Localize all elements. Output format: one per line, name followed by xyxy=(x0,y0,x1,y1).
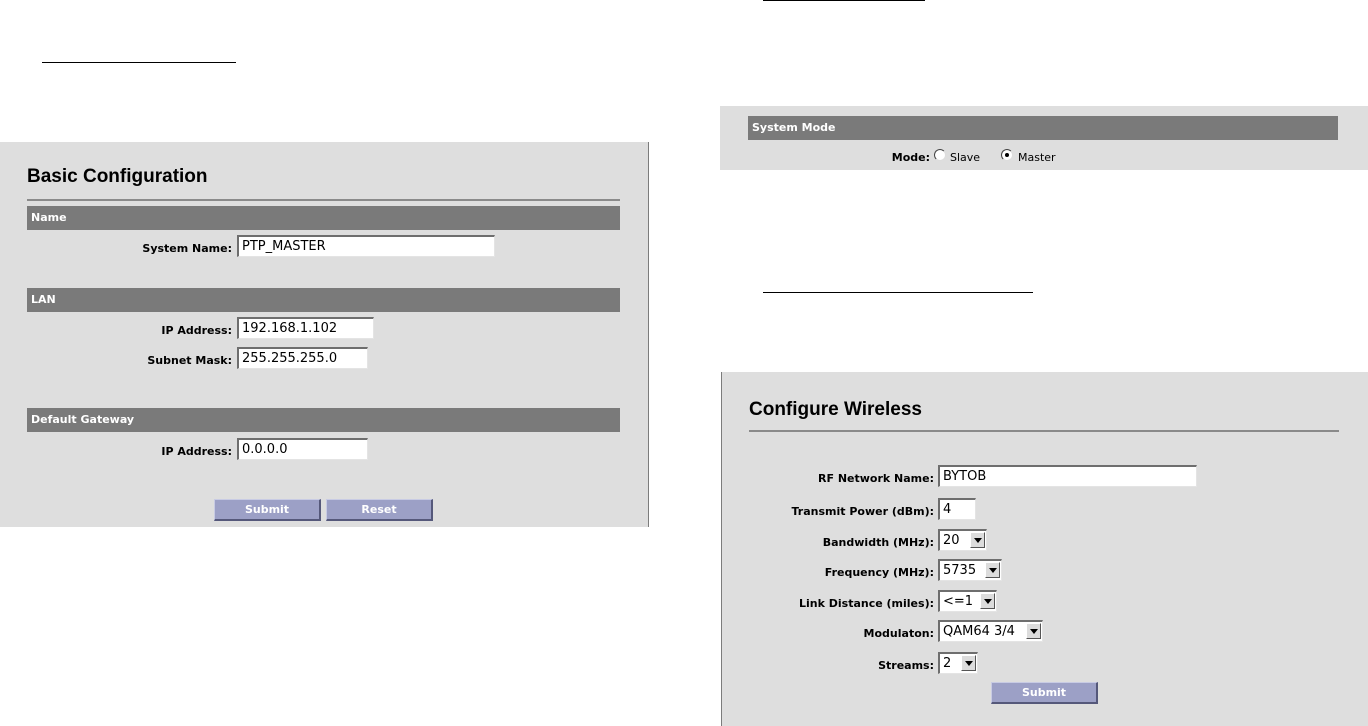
underline-rule xyxy=(763,0,925,1)
gateway-ip-address-label: IP Address: xyxy=(161,445,232,458)
subnet-mask-label: Subnet Mask: xyxy=(147,354,232,367)
title-divider xyxy=(27,199,620,201)
wireless-submit-button[interactable]: Submit xyxy=(991,682,1098,704)
default-gateway-section-header: Default Gateway xyxy=(27,408,620,432)
bandwidth-value: 20 xyxy=(943,533,960,548)
streams-value: 2 xyxy=(943,656,952,671)
rf-network-name-field[interactable]: BYTOB xyxy=(938,465,1197,487)
configure-wireless-title: Configure Wireless xyxy=(749,399,922,420)
gateway-ip-address-field[interactable]: 0.0.0.0 xyxy=(237,438,368,460)
rf-network-name-label: RF Network Name: xyxy=(818,472,934,485)
frequency-label: Frequency (MHz): xyxy=(824,566,934,579)
master-radio-label: Master xyxy=(1018,151,1056,164)
lan-section-header: LAN xyxy=(27,288,620,312)
modulation-value: QAM64 3/4 xyxy=(943,624,1015,639)
configure-wireless-panel: Configure Wireless RF Network Name: BYTO… xyxy=(721,372,1368,726)
modulation-label: Modulaton: xyxy=(863,627,934,640)
frequency-value: 5735 xyxy=(943,563,977,578)
transmit-power-field[interactable]: 4 xyxy=(938,498,976,520)
underline-rule xyxy=(42,62,236,63)
modulation-select[interactable]: QAM64 3/4 xyxy=(938,620,1043,642)
master-radio[interactable] xyxy=(1001,149,1013,161)
system-name-label: System Name: xyxy=(142,242,232,255)
link-distance-value: <=1 xyxy=(943,594,974,609)
streams-label: Streams: xyxy=(878,659,934,672)
system-name-field[interactable]: PTP_MASTER xyxy=(237,235,495,257)
chevron-down-icon xyxy=(1026,623,1041,639)
bandwidth-select[interactable]: 20 xyxy=(938,529,987,551)
system-mode-section-header: System Mode xyxy=(748,116,1338,140)
ip-address-field[interactable]: 192.168.1.102 xyxy=(237,317,374,339)
subnet-mask-field[interactable]: 255.255.255.0 xyxy=(237,347,368,369)
streams-select[interactable]: 2 xyxy=(938,652,978,674)
chevron-down-icon xyxy=(961,655,976,671)
slave-radio[interactable] xyxy=(934,149,946,161)
link-distance-label: Link Distance (miles): xyxy=(799,597,934,610)
transmit-power-label: Transmit Power (dBm): xyxy=(791,505,934,518)
basic-configuration-panel: Basic Configuration Name System Name: PT… xyxy=(0,142,649,527)
underline-rule xyxy=(763,292,1033,293)
basic-configuration-title: Basic Configuration xyxy=(27,166,208,187)
submit-button[interactable]: Submit xyxy=(214,499,321,521)
reset-button[interactable]: Reset xyxy=(326,499,433,521)
frequency-select[interactable]: 5735 xyxy=(938,559,1002,581)
slave-radio-label: Slave xyxy=(950,151,981,164)
chevron-down-icon xyxy=(985,562,1000,578)
name-section-header: Name xyxy=(27,206,620,230)
title-divider xyxy=(749,430,1339,432)
link-distance-select[interactable]: <=1 xyxy=(938,590,997,612)
ip-address-label: IP Address: xyxy=(161,324,232,337)
chevron-down-icon xyxy=(980,593,995,609)
bandwidth-label: Bandwidth (MHz): xyxy=(822,536,934,549)
mode-label: Mode: xyxy=(891,151,930,164)
system-mode-panel: System Mode Mode: Slave Master xyxy=(720,106,1368,170)
chevron-down-icon xyxy=(970,532,985,548)
